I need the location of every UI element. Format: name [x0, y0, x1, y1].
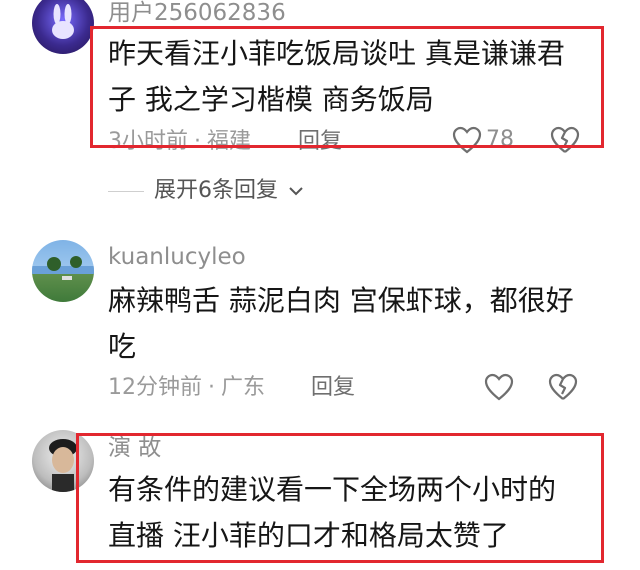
comment-location: 广东 [221, 375, 266, 400]
comment-text: 麻辣鸭舌 蒜泥白肉 宫保虾球，都很好吃 [108, 284, 574, 363]
comment-username[interactable]: 用户256062836 [108, 2, 286, 25]
like-button[interactable] [484, 373, 514, 401]
meta-separator: · [208, 375, 215, 400]
broken-heart-icon[interactable] [548, 373, 578, 401]
landscape-avatar-image [32, 256, 94, 280]
comment-username[interactable]: kuanlucyleo [108, 246, 246, 269]
expand-replies[interactable]: 展开6条回复 [108, 180, 304, 202]
avatar[interactable] [32, 240, 94, 302]
rabbit-avatar-image [52, 4, 74, 39]
highlight-box [76, 433, 604, 563]
avatar[interactable] [32, 0, 94, 54]
reply-button[interactable]: 回复 [311, 377, 355, 399]
expand-replies-label: 展开6条回复 [154, 178, 278, 203]
chevron-down-icon [288, 185, 304, 197]
comment-meta: 12分钟前 · 广东 [108, 377, 265, 399]
highlight-box [90, 26, 604, 148]
heart-outline-icon [484, 373, 514, 401]
comment-time: 12分钟前 [108, 375, 202, 400]
expand-divider [108, 190, 144, 192]
